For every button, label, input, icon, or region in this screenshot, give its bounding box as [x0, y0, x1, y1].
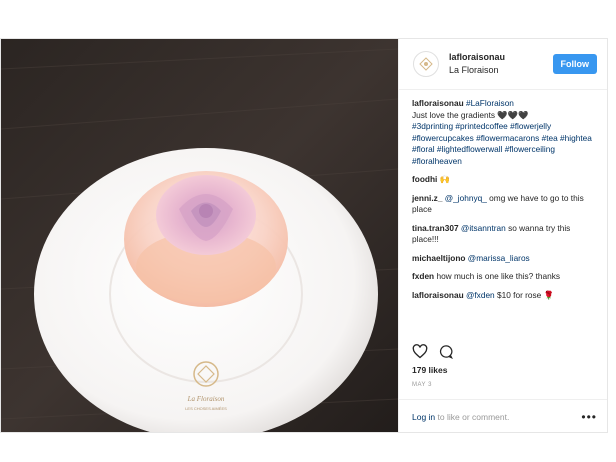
comment-mention[interactable]: @marissa_liaros: [468, 253, 530, 263]
comment-text: $10 for rose 🌹: [497, 289, 554, 300]
comment-item: michaeltijono @marissa_liaros: [412, 253, 597, 265]
comment-username[interactable]: michaeltijono: [412, 253, 465, 263]
login-prompt: Log in to like or comment.: [412, 412, 581, 422]
follow-button[interactable]: Follow: [552, 54, 597, 74]
comment-item: foodhi 🙌: [412, 174, 597, 186]
post-header: lafloraisonau La Floraison Follow: [399, 39, 607, 90]
comment-mention[interactable]: @_johnyq_: [445, 193, 487, 203]
comment-text: 🙌: [439, 174, 450, 184]
header-location[interactable]: La Floraison: [449, 64, 553, 77]
header-username[interactable]: lafloraisonau: [449, 51, 553, 64]
comment-username[interactable]: lafloraisonau: [412, 290, 464, 300]
heart-outline-icon[interactable]: [412, 344, 428, 359]
instagram-post: La Floraison LES CHOSES AIMÉES laflorais…: [0, 38, 608, 433]
comment-bubble-icon[interactable]: [438, 344, 454, 359]
comment-item: tina.tran307 @itsanntran so wanna try th…: [412, 223, 597, 246]
comment-username[interactable]: jenni.z_: [412, 193, 442, 203]
comment-username[interactable]: tina.tran307: [412, 223, 459, 233]
rose-flower: [156, 175, 256, 255]
header-account-info: lafloraisonau La Floraison: [449, 51, 553, 77]
login-link[interactable]: Log in: [412, 412, 435, 422]
more-horizontal-icon[interactable]: •••: [581, 410, 597, 424]
caption-hashtag[interactable]: #LaFloraison: [466, 98, 514, 108]
comment-mention[interactable]: @fxden: [466, 290, 495, 300]
comment-item: lafloraisonau @fxden $10 for rose 🌹: [412, 290, 597, 302]
comment-username[interactable]: foodhi: [412, 174, 437, 184]
post-footer: Log in to like or comment. •••: [399, 399, 607, 433]
likes-count[interactable]: 179 likes: [412, 365, 447, 375]
post-date[interactable]: MAY 3: [412, 382, 432, 388]
comment-mention[interactable]: @itsanntran: [461, 223, 506, 233]
plate-tagline-text: LES CHOSES AIMÉES: [185, 406, 227, 411]
post-photo[interactable]: La Floraison LES CHOSES AIMÉES: [1, 39, 398, 432]
comment-item: jenni.z_ @_johnyq_ omg we have to go to …: [412, 193, 597, 216]
caption-text: Just love the gradients 🖤🖤🖤: [412, 109, 529, 120]
caption-hashtags[interactable]: #3dprinting #printedcoffee #flowerjelly …: [412, 121, 592, 166]
post-actions: [412, 344, 454, 359]
caption: lafloraisonau #LaFloraison Just love the…: [412, 98, 597, 167]
login-prompt-text: to like or comment.: [435, 411, 510, 422]
floraison-logo-icon: [419, 57, 433, 71]
comment-username[interactable]: fxden: [412, 271, 434, 281]
avatar[interactable]: [413, 51, 439, 77]
caption-username[interactable]: lafloraisonau: [412, 98, 464, 108]
comment-item: fxden how much is one like this? thanks: [412, 271, 597, 283]
plate-brand-text: La Floraison: [187, 395, 225, 403]
post-side-panel: lafloraisonau La Floraison Follow laflor…: [398, 39, 607, 432]
comments-list: lafloraisonau #LaFloraison Just love the…: [399, 90, 607, 301]
rose-jelly-cake-image: La Floraison LES CHOSES AIMÉES: [1, 39, 398, 432]
comment-text: how much is one like this? thanks: [436, 271, 561, 281]
